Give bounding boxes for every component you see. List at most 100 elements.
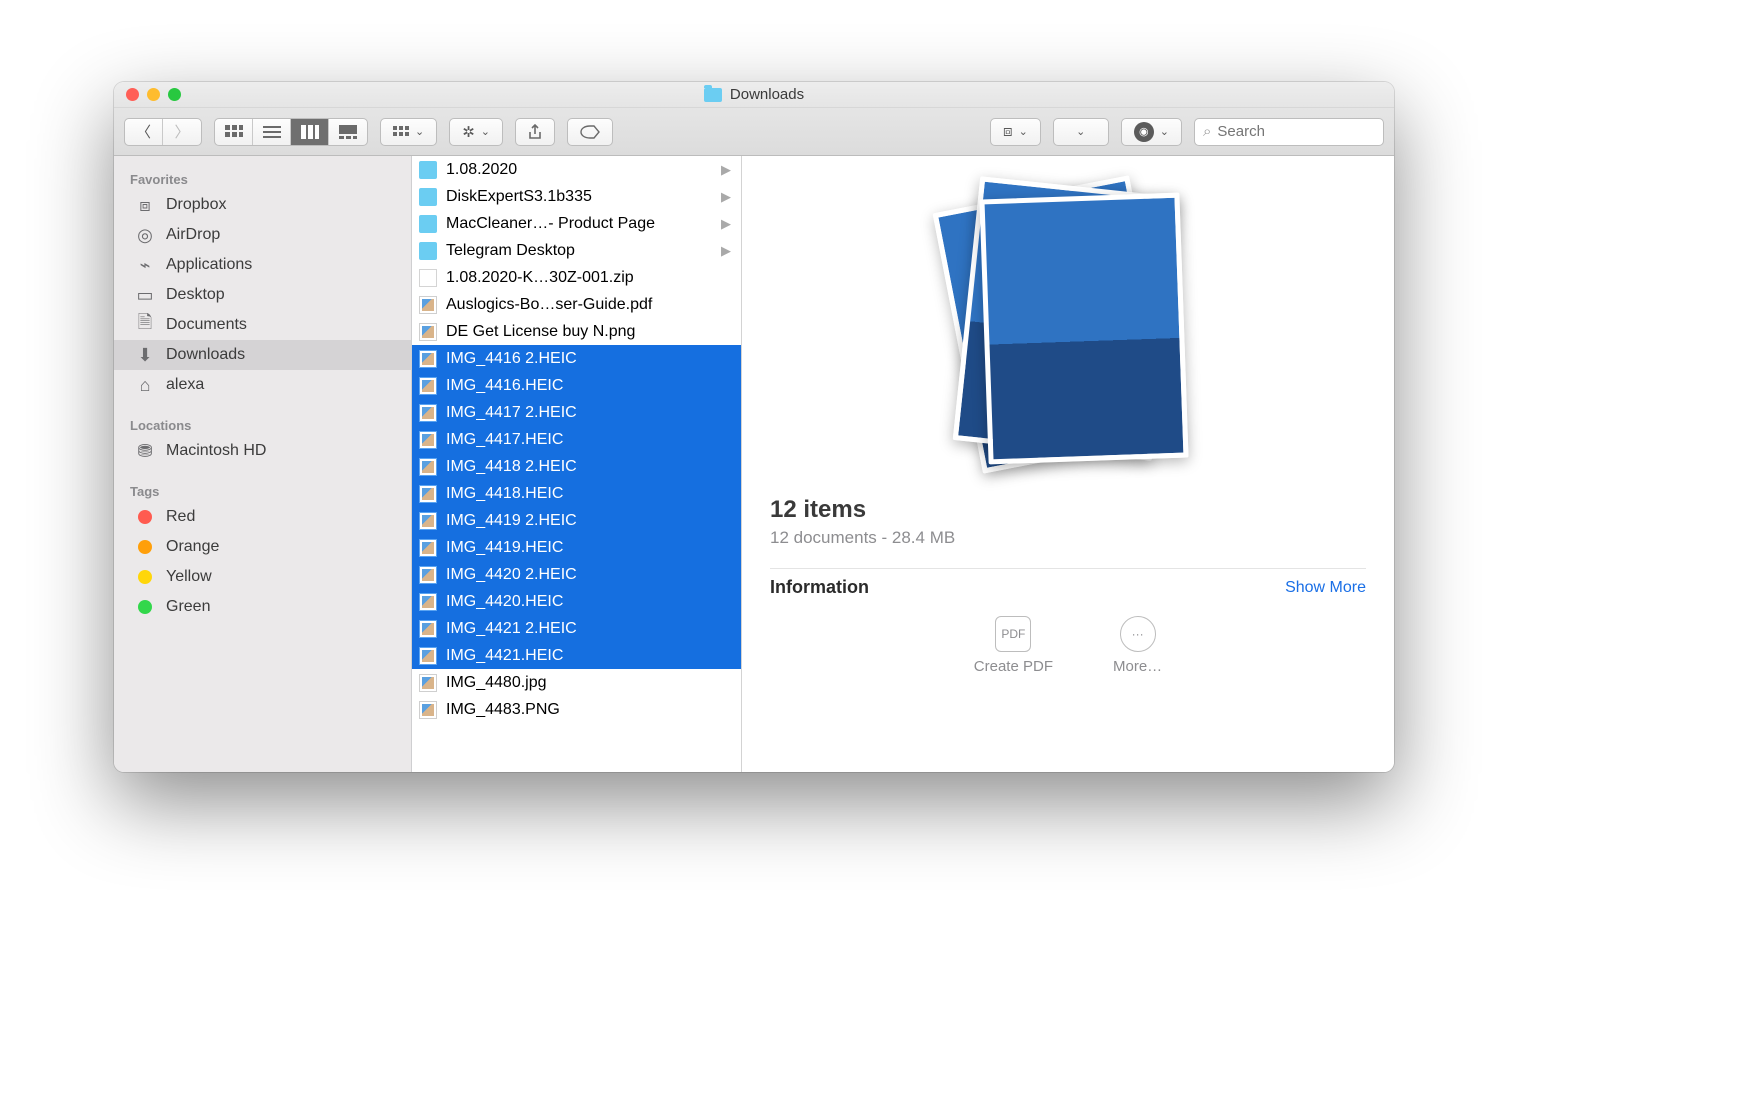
file-row[interactable]: IMG_4480.jpg xyxy=(412,669,741,696)
forward-button[interactable]: 〉 xyxy=(163,119,201,145)
minimize-window-button[interactable] xyxy=(147,88,160,101)
view-column-button[interactable] xyxy=(291,119,329,145)
chevron-right-icon: ▶ xyxy=(721,216,731,232)
file-name-label: MacCleaner…- Product Page xyxy=(446,215,713,233)
search-field[interactable]: ⌕ xyxy=(1194,118,1384,146)
folder-icon xyxy=(419,242,437,260)
sidebar-item-documents[interactable]: 🗎Documents xyxy=(114,310,411,340)
sidebar-tag-green[interactable]: Green xyxy=(114,592,411,622)
file-name-label: IMG_4417.HEIC xyxy=(446,431,731,449)
titlebar: Downloads xyxy=(114,82,1394,108)
file-row[interactable]: MacCleaner…- Product Page ▶ xyxy=(412,210,741,237)
sidebar-tag-orange[interactable]: Orange xyxy=(114,532,411,562)
file-name-label: IMG_4420 2.HEIC xyxy=(446,566,731,584)
disk-icon: ⛃ xyxy=(134,441,156,462)
gear-icon: ✲ xyxy=(462,123,475,141)
zoom-window-button[interactable] xyxy=(168,88,181,101)
file-name-label: 1.08.2020 xyxy=(446,161,713,179)
sidebar-item-label: Macintosh HD xyxy=(166,442,266,460)
file-row[interactable]: IMG_4419 2.HEIC xyxy=(412,507,741,534)
sidebar-item-downloads[interactable]: ⬇Downloads xyxy=(114,340,411,370)
path-menu-button[interactable]: ⌄ xyxy=(1053,118,1109,146)
more-actions-button[interactable]: ··· More… xyxy=(1113,616,1162,675)
file-row[interactable]: IMG_4418 2.HEIC xyxy=(412,453,741,480)
file-row[interactable]: IMG_4418.HEIC xyxy=(412,480,741,507)
search-icon: ⌕ xyxy=(1203,123,1211,140)
sidebar-item-alexa[interactable]: ⌂alexa xyxy=(114,370,411,400)
search-input[interactable] xyxy=(1217,123,1375,140)
quick-actions: PDF Create PDF ··· More… xyxy=(770,616,1366,675)
action-menu-button[interactable]: ✲ ⌄ xyxy=(449,118,503,146)
file-row[interactable]: IMG_4416 2.HEIC xyxy=(412,345,741,372)
sidebar-item-applications[interactable]: ⌁Applications xyxy=(114,250,411,280)
image-file-icon xyxy=(419,377,437,395)
file-row[interactable]: Telegram Desktop▶ xyxy=(412,237,741,264)
folder-icon xyxy=(419,215,437,233)
file-column[interactable]: 1.08.2020▶DiskExpertS3.1b335▶MacCleaner…… xyxy=(412,156,742,772)
pdf-icon: PDF xyxy=(995,616,1031,652)
sidebar-location-macintosh-hd[interactable]: ⛃ Macintosh HD xyxy=(114,436,411,466)
share-icon xyxy=(528,124,542,140)
back-button[interactable]: 〈 xyxy=(125,119,163,145)
image-file-icon xyxy=(419,647,437,665)
sidebar-tag-red[interactable]: Red xyxy=(114,502,411,532)
tag-dot-icon xyxy=(138,540,152,554)
image-file-icon xyxy=(419,350,437,368)
file-row[interactable]: IMG_4420.HEIC xyxy=(412,588,741,615)
file-row[interactable]: IMG_4421.HEIC xyxy=(412,642,741,669)
create-pdf-action[interactable]: PDF Create PDF xyxy=(974,616,1053,675)
dropbox-icon: ⧈ xyxy=(1003,123,1013,140)
close-window-button[interactable] xyxy=(126,88,139,101)
dropbox-menu-button[interactable]: ⧈ ⌄ xyxy=(990,118,1041,146)
file-row[interactable]: IMG_4419.HEIC xyxy=(412,534,741,561)
file-name-label: IMG_4421 2.HEIC xyxy=(446,620,731,638)
file-row[interactable]: 1.08.2020▶ xyxy=(412,156,741,183)
image-file-icon xyxy=(419,512,437,530)
view-icon-button[interactable] xyxy=(215,119,253,145)
file-name-label: IMG_4483.PNG xyxy=(446,701,731,719)
chevron-down-icon: ⌄ xyxy=(1076,125,1085,138)
file-row[interactable]: 1.08.2020-K…30Z-001.zip xyxy=(412,264,741,291)
sidebar-item-airdrop[interactable]: ◎AirDrop xyxy=(114,220,411,250)
file-row[interactable]: DE Get License buy N.png xyxy=(412,318,741,345)
show-more-button[interactable]: Show More xyxy=(1285,579,1366,597)
file-name-label: IMG_4418.HEIC xyxy=(446,485,731,503)
image-file-icon xyxy=(419,701,437,719)
file-row[interactable]: Auslogics-Bo…ser-Guide.pdf xyxy=(412,291,741,318)
image-file-icon xyxy=(419,539,437,557)
file-name-label: 1.08.2020-K…30Z-001.zip xyxy=(446,269,731,287)
quicklook-menu-button[interactable]: ◉ ⌄ xyxy=(1121,118,1182,146)
file-row[interactable]: IMG_4417.HEIC xyxy=(412,426,741,453)
file-row[interactable]: IMG_4420 2.HEIC xyxy=(412,561,741,588)
file-row[interactable]: IMG_4483.PNG xyxy=(412,696,741,723)
sidebar-item-dropbox[interactable]: ⧈Dropbox xyxy=(114,190,411,220)
view-gallery-button[interactable] xyxy=(329,119,367,145)
image-file-icon xyxy=(419,593,437,611)
tags-button[interactable] xyxy=(567,118,613,146)
tag-icon xyxy=(580,125,600,139)
file-name-label: IMG_4416.HEIC xyxy=(446,377,731,395)
file-name-label: Auslogics-Bo…ser-Guide.pdf xyxy=(446,296,731,314)
apps-icon: ⌁ xyxy=(134,255,156,276)
sidebar-header-locations: Locations xyxy=(114,410,411,436)
file-name-label: IMG_4419 2.HEIC xyxy=(446,512,731,530)
file-row[interactable]: IMG_4421 2.HEIC xyxy=(412,615,741,642)
chevron-down-icon: ⌄ xyxy=(481,125,490,138)
zip-icon xyxy=(419,269,437,287)
view-list-button[interactable] xyxy=(253,119,291,145)
toolbar: 〈 〉 ⌄ ✲ ⌄ xyxy=(114,108,1394,156)
image-file-icon xyxy=(419,620,437,638)
file-row[interactable]: IMG_4417 2.HEIC xyxy=(412,399,741,426)
folder-icon xyxy=(419,188,437,206)
sidebar-tag-yellow[interactable]: Yellow xyxy=(114,562,411,592)
sidebar-item-label: Green xyxy=(166,598,210,616)
file-row[interactable]: DiskExpertS3.1b335▶ xyxy=(412,183,741,210)
eye-icon: ◉ xyxy=(1134,122,1154,142)
file-row[interactable]: IMG_4416.HEIC xyxy=(412,372,741,399)
image-file-icon xyxy=(419,404,437,422)
share-button[interactable] xyxy=(515,118,555,146)
sidebar-item-desktop[interactable]: ▭Desktop xyxy=(114,280,411,310)
file-name-label: IMG_4480.jpg xyxy=(446,674,731,692)
group-by-button[interactable]: ⌄ xyxy=(380,118,437,146)
image-file-icon xyxy=(419,458,437,476)
